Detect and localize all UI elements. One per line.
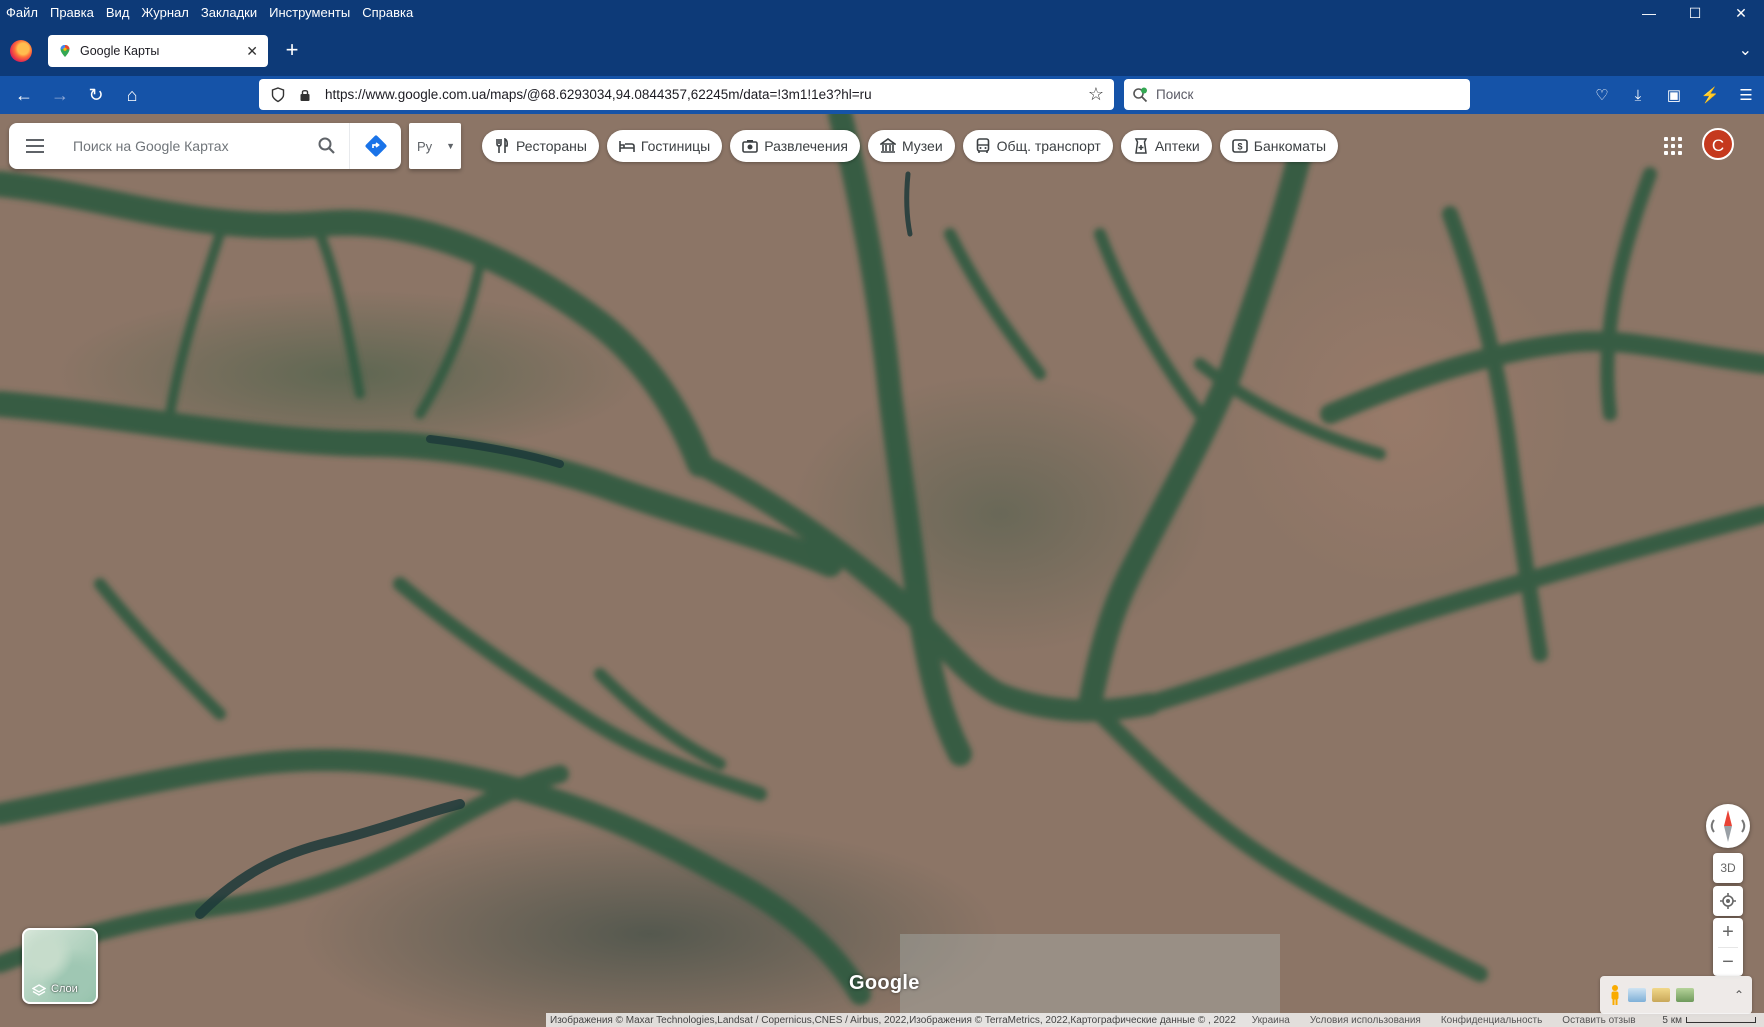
- menu-history[interactable]: Журнал: [135, 2, 194, 24]
- list-all-tabs-icon[interactable]: ⌄: [1739, 40, 1752, 60]
- maps-search-box: [9, 123, 401, 169]
- privacy-link[interactable]: Конфиденциальность: [1431, 1015, 1552, 1026]
- terrain-type-thumb[interactable]: [1652, 988, 1670, 1002]
- toolbar-icons: ♡ ⤓ ▣ ⚡ ☰: [1584, 76, 1764, 114]
- close-window-icon[interactable]: ✕: [1718, 0, 1764, 26]
- close-tab-icon[interactable]: ✕: [246, 43, 258, 60]
- chip-label: Развлечения: [764, 138, 848, 154]
- scale-indicator[interactable]: 5 км: [1662, 1015, 1764, 1026]
- browser-search-bar[interactable]: Поиск: [1124, 79, 1470, 110]
- pocket-icon[interactable]: ♡: [1584, 76, 1620, 114]
- chip-hotels[interactable]: Гостиницы: [606, 130, 723, 162]
- pharmacy-icon: [1133, 138, 1149, 154]
- account-avatar[interactable]: С: [1702, 128, 1734, 160]
- new-tab-icon[interactable]: +: [280, 39, 304, 63]
- search-icon[interactable]: [305, 123, 349, 169]
- url-bar[interactable]: https://www.google.com.ua/maps/@68.62930…: [259, 79, 1114, 110]
- chip-museums[interactable]: Музеи: [867, 130, 955, 162]
- bed-icon: [619, 138, 635, 154]
- bus-icon: [975, 138, 991, 154]
- fork-knife-icon: [494, 138, 510, 154]
- category-chips: Рестораны Гостиницы Развлечения Музеи Об…: [482, 130, 1339, 162]
- search-engine-icon: [1133, 87, 1148, 102]
- language-select[interactable]: Ру ▼: [409, 123, 461, 169]
- zoom-controls: + −: [1713, 918, 1743, 976]
- chip-label: Банкоматы: [1253, 138, 1327, 154]
- window-controls: — ☐ ✕: [1626, 0, 1764, 26]
- scale-label: 5 км: [1662, 1014, 1682, 1026]
- maximize-icon[interactable]: ☐: [1672, 0, 1718, 26]
- maps-pin-icon: [60, 45, 70, 57]
- terms-link[interactable]: Условия использования: [1300, 1015, 1431, 1026]
- caret-down-icon: ▼: [446, 141, 456, 151]
- my-location-icon[interactable]: [1713, 886, 1743, 916]
- hamburger-menu-icon[interactable]: [9, 123, 61, 169]
- reload-icon[interactable]: ↻: [84, 83, 108, 107]
- bolt-icon[interactable]: ⚡: [1692, 76, 1728, 114]
- back-icon[interactable]: ←: [12, 83, 36, 107]
- expand-up-icon[interactable]: ⌃: [1734, 988, 1744, 1002]
- maps-search-input[interactable]: [61, 138, 305, 154]
- imagery-attribution: Изображения © Maxar Technologies,Landsat…: [550, 1014, 1236, 1026]
- chip-label: Общ. транспорт: [996, 138, 1101, 154]
- home-icon[interactable]: ⌂: [120, 83, 144, 107]
- layers-button[interactable]: Слои: [22, 928, 98, 1004]
- attribution-bar: Изображения © Maxar Technologies,Landsat…: [546, 1013, 1764, 1027]
- chip-label: Гостиницы: [640, 138, 711, 154]
- menu-bookmarks[interactable]: Закладки: [195, 2, 263, 24]
- 3d-toggle-button[interactable]: 3D: [1713, 853, 1743, 883]
- compass-icon[interactable]: [1706, 804, 1750, 848]
- chip-label: Рестораны: [516, 138, 587, 154]
- satellite-type-thumb[interactable]: [1676, 988, 1694, 1002]
- directions-icon[interactable]: [349, 123, 401, 169]
- menu-edit[interactable]: Правка: [44, 2, 100, 24]
- menu-bar: Файл Правка Вид Журнал Закладки Инструме…: [0, 0, 1764, 26]
- menu-file[interactable]: Файл: [0, 2, 44, 24]
- url-text[interactable]: https://www.google.com.ua/maps/@68.62930…: [325, 87, 1088, 102]
- scale-bar: [1686, 1017, 1756, 1023]
- extension-icon[interactable]: ▣: [1656, 76, 1692, 114]
- satellite-map[interactable]: Ру ▼ Рестораны Гостиницы Развлечения Муз…: [0, 114, 1764, 1027]
- chip-entertainment[interactable]: Развлечения: [730, 130, 860, 162]
- svg-text:$: $: [1237, 142, 1242, 152]
- navigation-bar: ← → ↻ ⌂ https://www.google.com.ua/maps/@…: [0, 76, 1764, 114]
- map-mini-tray: ⌃: [1600, 976, 1752, 1014]
- app-menu-icon[interactable]: ☰: [1728, 76, 1764, 114]
- camera-icon: [742, 138, 759, 154]
- chip-transit[interactable]: Общ. транспорт: [962, 130, 1113, 162]
- tab-strip: Google Карты ✕ + ⌄: [0, 30, 1764, 72]
- chip-atms[interactable]: $ Банкоматы: [1219, 130, 1339, 162]
- region-link[interactable]: Украина: [1242, 1015, 1300, 1026]
- bookmark-star-icon[interactable]: ☆: [1088, 84, 1104, 105]
- atm-icon: $: [1231, 138, 1248, 154]
- browser-search-placeholder: Поиск: [1156, 87, 1194, 102]
- shield-icon[interactable]: [271, 86, 285, 103]
- chip-restaurants[interactable]: Рестораны: [482, 130, 599, 162]
- language-value: Ру: [417, 138, 433, 154]
- feedback-link[interactable]: Оставить отзыв: [1552, 1015, 1645, 1026]
- layers-label: Слои: [51, 983, 78, 995]
- minimize-icon[interactable]: —: [1626, 0, 1672, 26]
- tab-google-maps[interactable]: Google Карты ✕: [48, 35, 268, 67]
- zoom-out-button[interactable]: −: [1713, 948, 1743, 977]
- map-type-thumb[interactable]: [1628, 988, 1646, 1002]
- terrain-imagery[interactable]: [0, 114, 1764, 1027]
- menu-view[interactable]: Вид: [100, 2, 136, 24]
- firefox-icon[interactable]: [10, 40, 32, 62]
- google-logo: Google: [849, 972, 920, 994]
- tab-title: Google Карты: [80, 44, 160, 58]
- chip-label: Музеи: [901, 138, 943, 154]
- forward-icon[interactable]: →: [48, 83, 72, 107]
- lock-icon[interactable]: [299, 88, 311, 102]
- menu-help[interactable]: Справка: [356, 2, 419, 24]
- download-icon[interactable]: ⤓: [1620, 76, 1656, 114]
- museum-icon: [879, 138, 896, 154]
- google-apps-icon[interactable]: [1661, 134, 1685, 158]
- menu-tools[interactable]: Инструменты: [263, 2, 356, 24]
- chip-pharmacies[interactable]: Аптеки: [1120, 130, 1212, 162]
- chip-label: Аптеки: [1154, 138, 1200, 154]
- pegman-icon[interactable]: [1608, 984, 1622, 1006]
- layers-icon: [32, 984, 46, 996]
- zoom-in-button[interactable]: +: [1713, 918, 1743, 947]
